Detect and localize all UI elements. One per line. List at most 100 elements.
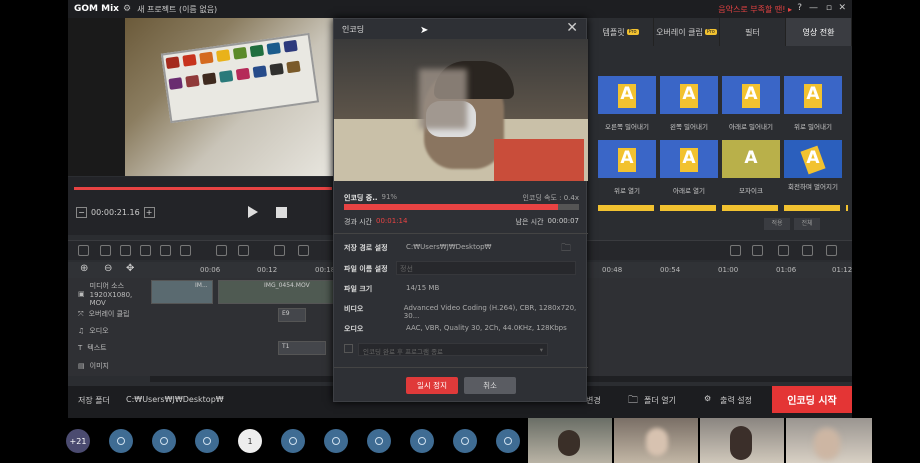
promo-link[interactable]: 음악스로 부족할 땐! ▸ <box>718 4 792 15</box>
ruler-tick: 01:06 <box>776 266 797 274</box>
clip-label: E9 <box>282 310 290 317</box>
screen-icon[interactable] <box>274 245 285 256</box>
crop-icon[interactable] <box>238 245 249 256</box>
participant-avatar[interactable] <box>324 429 348 453</box>
zoom-out-icon[interactable]: ⊖ <box>104 263 112 274</box>
thumb-letter: A <box>744 148 758 168</box>
speaker-number[interactable]: 1 <box>238 429 262 453</box>
add-file-icon[interactable] <box>730 245 741 256</box>
export-icon[interactable] <box>826 245 837 256</box>
participant-avatar[interactable] <box>195 429 219 453</box>
thumb-letter: A <box>620 84 634 104</box>
zoom-in-icon[interactable]: ⊕ <box>80 263 88 274</box>
participant-avatar[interactable] <box>367 429 391 453</box>
apply-all-button[interactable]: 전체 <box>794 218 820 230</box>
ruler-tick: 00:48 <box>602 266 623 274</box>
tab-filter[interactable]: 필터 <box>720 18 786 46</box>
play-icon[interactable] <box>248 206 258 218</box>
track-image: ▤ 이미지 <box>68 360 150 372</box>
transition-thumb[interactable]: A <box>660 140 718 178</box>
gear-icon[interactable]: ⚙ <box>123 4 131 14</box>
participant-avatar[interactable] <box>281 429 305 453</box>
transition-thumb[interactable]: A <box>722 140 780 178</box>
participant-avatar[interactable] <box>453 429 477 453</box>
delete-icon[interactable] <box>120 245 131 256</box>
ruler-tick: 00:06 <box>200 266 221 274</box>
audio-value: AAC, VBR, Quality 30, 2Ch, 44.0KHz, 128K… <box>406 324 567 332</box>
adjust-icon[interactable] <box>216 245 227 256</box>
transition-row-partial <box>598 205 848 211</box>
frame-back-button[interactable]: − <box>76 207 87 218</box>
edit-icon[interactable] <box>802 245 813 256</box>
remaining-value: 00:00:07 <box>547 217 579 225</box>
video-thumbnail[interactable] <box>700 418 784 463</box>
participant-avatar[interactable] <box>152 429 176 453</box>
video-thumbnail[interactable] <box>786 418 872 463</box>
transition-thumb[interactable]: A <box>598 76 656 114</box>
stop-icon[interactable] <box>276 207 287 218</box>
participant-avatar[interactable] <box>410 429 434 453</box>
change-folder-button[interactable]: 변경 <box>586 395 601 406</box>
minimize-icon[interactable]: — <box>809 3 818 13</box>
file-size-row: 파일 크기 14/15 MB <box>344 284 439 294</box>
media-clip[interactable]: IMG_0454.MOV <box>218 280 338 304</box>
tab-transition[interactable]: 영상 전환 <box>786 18 852 46</box>
fit-icon[interactable]: ✥ <box>126 263 134 274</box>
encoding-progress-bar <box>344 204 579 210</box>
screen-alt-icon[interactable] <box>298 245 309 256</box>
clip-label: IMG_0454.MOV <box>264 282 310 289</box>
transition-label: 모자이크 <box>739 187 763 195</box>
frame-forward-button[interactable]: + <box>143 207 155 218</box>
restore-icon[interactable]: ▫ <box>826 3 832 13</box>
text-clip[interactable]: T1 <box>278 341 326 355</box>
right-panel: 템플릿 Pro 오버레이 클립 Pro 필터 영상 전환 A A A A 오른쪽 밀… <box>588 18 852 236</box>
transition-thumb[interactable]: A <box>722 76 780 114</box>
overlay-clip[interactable]: E9 <box>278 308 306 322</box>
save-path-label: 저장 경로 설정 <box>344 244 388 252</box>
redo-icon[interactable] <box>100 245 111 256</box>
track-text: 미디어 소스 1920X1080, MOV <box>90 281 150 307</box>
cancel-button[interactable]: 취소 <box>464 377 516 394</box>
help-button[interactable]: ? <box>797 3 802 13</box>
status-label: 인코딩 중.. <box>344 194 378 202</box>
output-settings-button[interactable]: 출력 설정 <box>720 395 752 406</box>
folder-icon[interactable]: 🗀 <box>561 241 571 258</box>
video-thumbnail[interactable] <box>528 418 612 463</box>
more-participants-button[interactable]: +21 <box>66 429 90 453</box>
after-encode-checkbox[interactable] <box>344 344 353 353</box>
transition-thumb[interactable]: A <box>784 140 842 178</box>
playhead-progress[interactable] <box>74 187 332 190</box>
close-icon[interactable]: ✕ <box>838 3 846 13</box>
save-icon[interactable] <box>778 245 789 256</box>
transition-thumb[interactable]: A <box>660 76 718 114</box>
open-folder-button[interactable]: 폴더 열기 <box>644 395 676 406</box>
file-size-label: 파일 크기 <box>344 285 373 293</box>
file-name-value: 정선 <box>400 265 413 273</box>
start-encoding-button[interactable]: 인코딩 시작 <box>772 386 852 413</box>
transition-thumb[interactable]: A <box>598 140 656 178</box>
participant-avatar[interactable] <box>496 429 520 453</box>
open-folder-icon: 🗀 <box>628 395 638 406</box>
close-icon[interactable]: ✕ <box>566 20 578 36</box>
pause-button[interactable]: 일시 정지 <box>406 377 458 394</box>
thumb-letter: A <box>806 84 820 104</box>
rotate-icon[interactable] <box>752 245 763 256</box>
thumb-letter: A <box>682 84 696 104</box>
tab-template[interactable]: 템플릿 Pro <box>588 18 654 46</box>
track-label: 텍스트 <box>87 344 107 352</box>
elapsed-label: 경과 시간 <box>344 218 372 226</box>
tab-overlay-clip[interactable]: 오버레이 클립 Pro <box>654 18 720 46</box>
undo-icon[interactable] <box>78 245 89 256</box>
cut-icon[interactable] <box>140 245 151 256</box>
participant-avatar[interactable] <box>109 429 133 453</box>
transition-thumb[interactable]: A <box>784 76 842 114</box>
media-clip[interactable]: IM... <box>151 280 213 304</box>
split-icon[interactable] <box>160 245 171 256</box>
copy-icon[interactable] <box>180 245 191 256</box>
app-logo: GOM Mix <box>74 4 119 14</box>
after-encode-select[interactable]: 인코딩 완료 후 프로그램 종료 ▾ <box>358 343 548 356</box>
video-thumbnail[interactable] <box>614 418 698 463</box>
apply-button[interactable]: 적용 <box>764 218 790 230</box>
person-icon <box>418 437 426 445</box>
file-name-field[interactable]: 정선 <box>396 261 576 275</box>
